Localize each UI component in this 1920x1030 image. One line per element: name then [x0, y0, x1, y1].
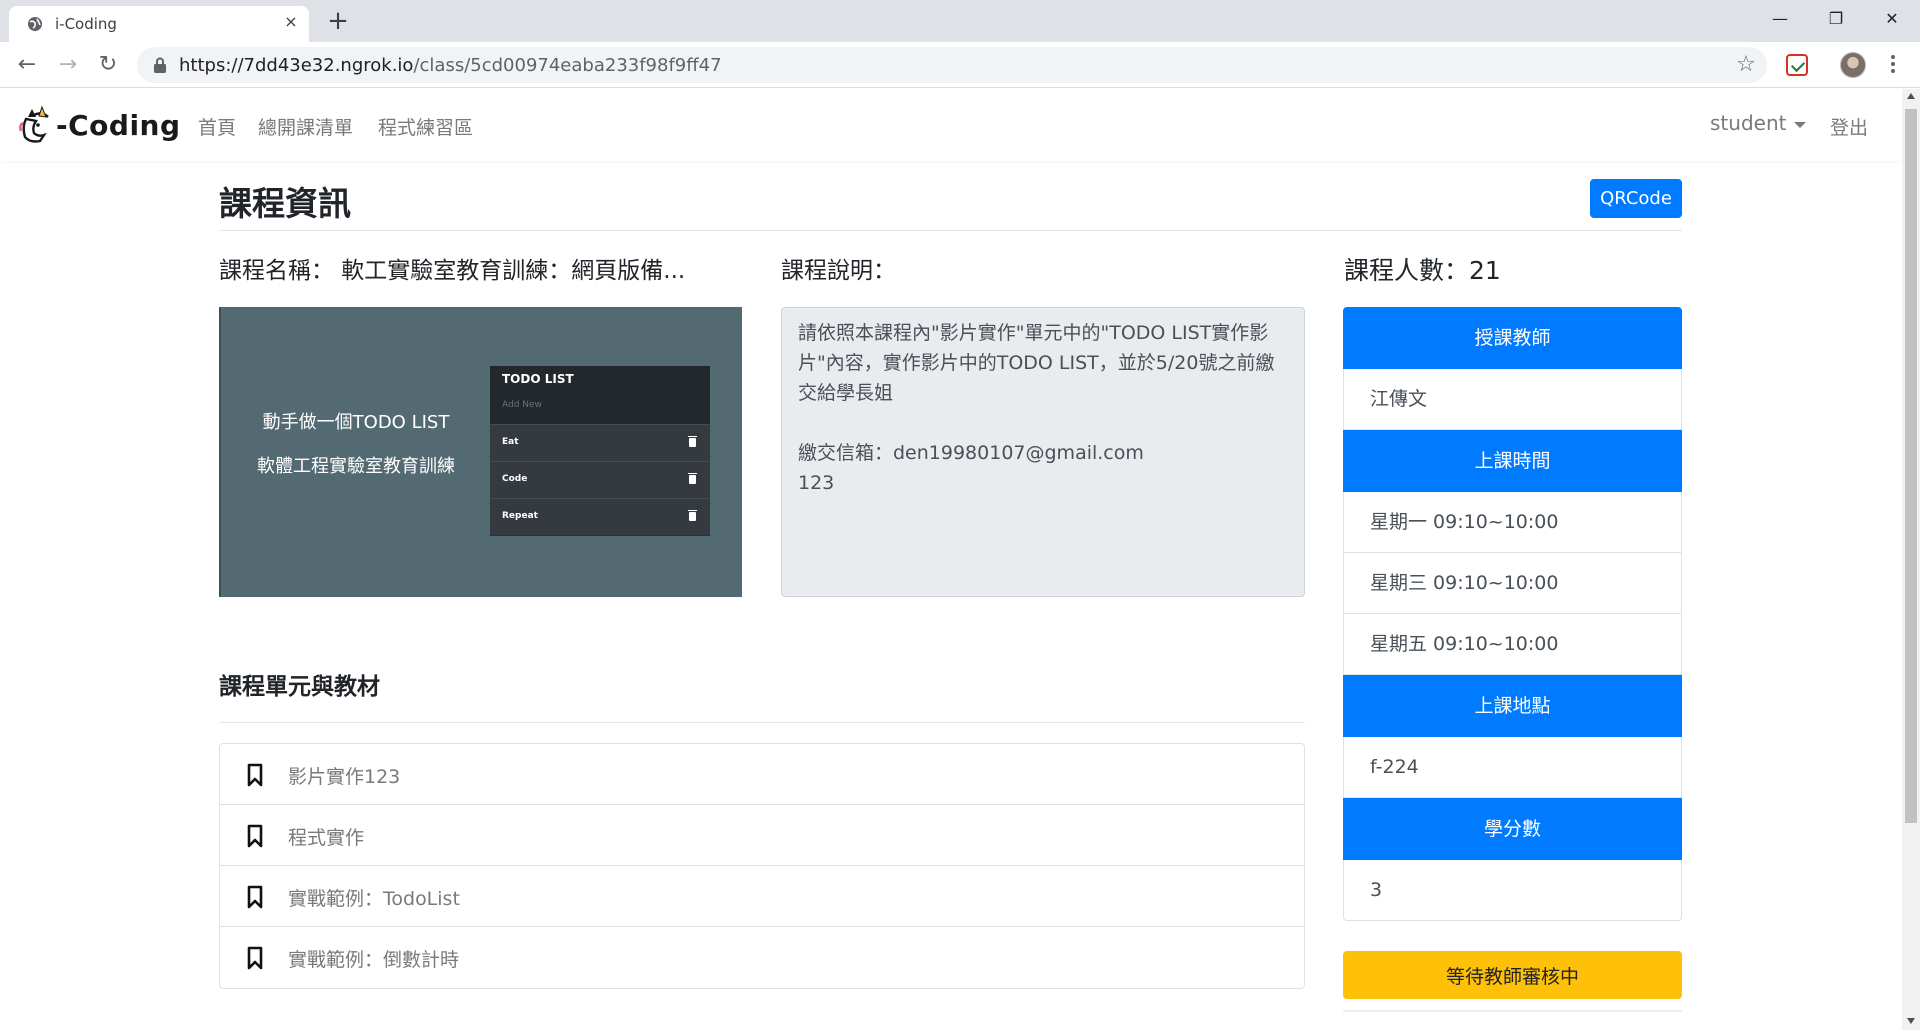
page-title: 課程資訊: [219, 184, 351, 223]
back-icon[interactable]: ←: [12, 50, 42, 80]
teacher-header: 授課教師: [1343, 307, 1682, 369]
browser-menu-icon[interactable]: [1888, 52, 1898, 78]
todo-preview-row: Code: [490, 461, 710, 498]
unit-list: 影片實作123 程式實作 實戰範例：TodoList 實戰範例：倒數計時: [219, 743, 1305, 989]
minimize-icon[interactable]: —: [1752, 0, 1808, 38]
brand-text: -Coding: [56, 108, 181, 142]
browser-tab[interactable]: i-Coding ×: [9, 6, 309, 42]
scroll-down-icon[interactable]: [1907, 1018, 1915, 1024]
todo-preview-item: Code: [502, 474, 528, 484]
nav-link-course-list[interactable]: 總開課清單: [258, 113, 353, 140]
globe-icon: [28, 17, 42, 31]
unit-label[interactable]: 影片實作123: [288, 762, 400, 789]
time-value: 星期三 09:10~10:00: [1343, 553, 1682, 614]
trash-icon: [688, 510, 697, 521]
reload-icon[interactable]: ↻: [93, 50, 123, 80]
unit-item[interactable]: 影片實作123: [220, 744, 1304, 805]
course-desc-label: 課程說明：: [781, 258, 896, 284]
forward-icon[interactable]: →: [53, 50, 83, 80]
credit-value: 3: [1343, 860, 1682, 921]
description-email: 繳交信箱：den19980107@gmail.com: [798, 442, 1144, 464]
bookmark-icon: [247, 824, 263, 848]
brand-logo[interactable]: -Coding: [18, 103, 181, 147]
todo-preview-row: Eat: [490, 424, 710, 461]
unit-label[interactable]: 實戰範例：倒數計時: [288, 945, 459, 972]
credit-header: 學分數: [1343, 798, 1682, 860]
scroll-up-icon[interactable]: [1907, 93, 1915, 99]
caret-down-icon: [1794, 121, 1807, 128]
trash-icon: [688, 436, 697, 447]
todo-preview-item: Repeat: [502, 511, 538, 521]
page-viewport: -Coding 首頁 總開課清單 程式練習區 student 登出 課程資訊 Q…: [0, 89, 1902, 1030]
units-title: 課程單元與教材: [219, 674, 380, 700]
header-divider: [219, 230, 1682, 231]
todo-preview-title: TODO LIST: [502, 372, 574, 386]
teacher-value: 江傳文: [1343, 369, 1682, 430]
nav-link-home[interactable]: 首頁: [198, 113, 236, 140]
course-cover-image: 動手做一個TODO LIST 軟體工程實驗室教育訓練 TODO LIST Add…: [219, 307, 742, 597]
site-navbar: -Coding 首頁 總開課清單 程式練習區 student 登出: [0, 89, 1902, 161]
cover-line-1: 動手做一個TODO LIST: [262, 412, 450, 433]
maximize-icon[interactable]: ❐: [1808, 0, 1864, 38]
page-scrollbar[interactable]: [1902, 89, 1920, 1030]
url-path: /class/5cd00974eaba233f98f9ff47: [413, 55, 722, 76]
time-value: 星期一 09:10~10:00: [1343, 492, 1682, 553]
lock-icon: [154, 57, 166, 73]
unit-item[interactable]: 實戰範例：倒數計時: [220, 927, 1304, 988]
unit-label[interactable]: 程式實作: [288, 823, 364, 850]
url-text: https://7dd43e32.ngrok.io/class/5cd00974…: [179, 55, 722, 76]
profile-avatar[interactable]: [1840, 52, 1866, 78]
unit-label[interactable]: 實戰範例：TodoList: [288, 884, 460, 911]
location-header: 上課地點: [1343, 675, 1682, 737]
cover-line-2: 軟體工程實驗室教育訓練: [257, 456, 455, 477]
new-tab-icon[interactable]: +: [325, 8, 351, 34]
tab-title: i-Coding: [55, 15, 117, 33]
nav-link-practice[interactable]: 程式練習區: [378, 113, 473, 140]
todo-preview-placeholder: Add New: [502, 400, 542, 410]
time-header: 上課時間: [1343, 430, 1682, 492]
location-value: f-224: [1343, 737, 1682, 798]
extension-icon[interactable]: [1786, 54, 1808, 76]
todo-preview-header: TODO LIST Add New: [490, 366, 710, 424]
description-paragraph: 123: [798, 472, 835, 494]
todo-preview-row: Repeat: [490, 498, 710, 535]
course-count-label: 課程人數：21: [1344, 256, 1501, 285]
course-info-list: 授課教師 江傳文 上課時間 星期一 09:10~10:00 星期三 09:10~…: [1343, 307, 1682, 921]
user-dropdown[interactable]: student: [1710, 111, 1807, 135]
close-window-icon[interactable]: ✕: [1864, 0, 1920, 38]
unit-item[interactable]: 實戰範例：TodoList: [220, 866, 1304, 927]
qrcode-button[interactable]: QRCode: [1590, 179, 1682, 218]
time-value: 星期五 09:10~10:00: [1343, 614, 1682, 675]
unit-item[interactable]: 程式實作: [220, 805, 1304, 866]
bookmark-star-icon[interactable]: ☆: [1733, 52, 1759, 78]
browser-chrome: i-Coding × + — ❐ ✕ ← → ↻ https://7dd43e3…: [0, 0, 1920, 89]
browser-toolbar: ← → ↻ https://7dd43e32.ngrok.io/class/5c…: [0, 42, 1920, 88]
bookmark-icon: [247, 946, 263, 970]
todo-preview-card: TODO LIST Add New Eat Code Repeat: [490, 366, 710, 536]
course-description-box: 請依照本課程內"影片實作"單元中的"TODO LIST實作影片"內容，實作影片中…: [781, 307, 1305, 597]
trash-icon: [688, 473, 697, 484]
description-paragraph: 請依照本課程內"影片實作"單元中的"TODO LIST實作影片"內容，實作影片中…: [798, 322, 1275, 404]
url-host: https://7dd43e32.ngrok.io: [179, 55, 414, 76]
units-divider: [219, 722, 1305, 723]
unicorn-logo-icon: [19, 105, 49, 143]
address-bar[interactable]: https://7dd43e32.ngrok.io/class/5cd00974…: [137, 47, 1767, 83]
tab-close-icon[interactable]: ×: [281, 12, 301, 32]
bookmark-icon: [247, 763, 263, 787]
user-name: student: [1710, 111, 1787, 135]
tab-strip: i-Coding × + — ❐ ✕: [0, 0, 1920, 42]
todo-preview-item: Eat: [502, 437, 519, 447]
scroll-thumb[interactable]: [1905, 109, 1917, 823]
pending-review-button[interactable]: 等待教師審核中: [1343, 951, 1682, 999]
divider: [1343, 1010, 1682, 1012]
course-name-label: 課程名稱： 軟工實驗室教育訓練：網頁版備...: [219, 258, 686, 284]
bookmark-icon: [247, 885, 263, 909]
logout-link[interactable]: 登出: [1830, 113, 1868, 140]
